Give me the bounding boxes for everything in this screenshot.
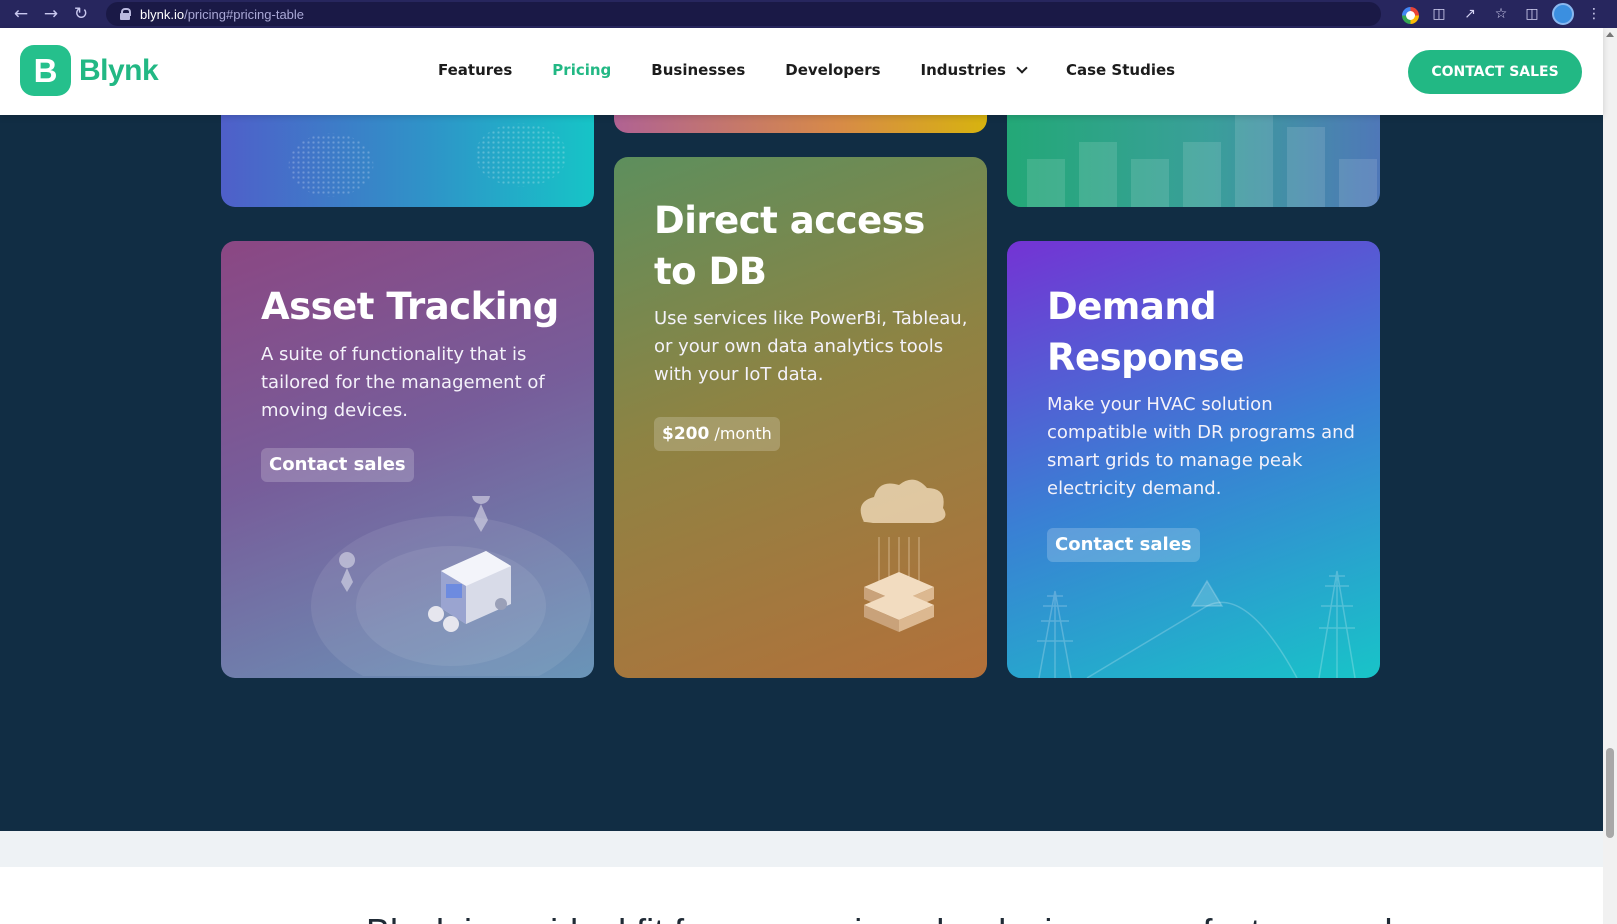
demand-response-title-1: Demand — [1047, 285, 1217, 328]
chart-bar-illustration — [1339, 159, 1377, 207]
nav-case-studies[interactable]: Case Studies — [1066, 61, 1175, 79]
top-middle-card — [614, 115, 987, 133]
lock-icon — [120, 8, 131, 20]
nav-developers[interactable]: Developers — [785, 61, 880, 79]
url-path: /pricing#pricing-table — [184, 6, 305, 22]
back-icon[interactable]: ← — [10, 3, 32, 25]
database-cloud-illustration — [860, 479, 946, 632]
world-map-illustration — [276, 115, 576, 207]
browser-toolbar: ← → ↻ blynk.io/pricing#pricing-table ◫ ↗… — [0, 0, 1617, 28]
scroll-up-arrow-icon[interactable] — [1606, 32, 1614, 37]
asset-tracking-contact-sales-button[interactable]: Contact sales — [261, 448, 414, 482]
address-bar[interactable]: blynk.io/pricing#pricing-table — [106, 2, 1381, 26]
blynk-logo[interactable]: B Blynk — [20, 45, 159, 96]
truck-illustration — [311, 496, 591, 676]
price-amount: $200 — [662, 424, 710, 444]
chart-bar-illustration — [1183, 142, 1221, 207]
avatar — [1552, 3, 1574, 25]
demand-response-description-3: smart grids to manage peak — [1047, 450, 1303, 471]
browser-actions: ◫ ↗ ☆ ◫ ⋮ — [1399, 3, 1605, 25]
share-icon[interactable]: ↗ — [1459, 3, 1481, 25]
direct-db-description-2: or your own data analytics tools — [654, 336, 944, 357]
demand-response-card: Demand Response Make your HVAC solution … — [1007, 241, 1380, 678]
demand-response-contact-sales-button[interactable]: Contact sales — [1047, 528, 1200, 562]
asset-tracking-card: Asset Tracking A suite of functionality … — [221, 241, 594, 678]
star-icon[interactable]: ☆ — [1490, 3, 1512, 25]
contact-sales-button[interactable]: CONTACT SALES — [1408, 50, 1582, 94]
nav-businesses[interactable]: Businesses — [651, 61, 745, 79]
google-icon[interactable] — [1402, 7, 1419, 24]
asset-tracking-description-1: A suite of functionality that is — [261, 344, 527, 365]
chart-bar-illustration — [1235, 115, 1273, 207]
page-scrollbar[interactable] — [1603, 28, 1617, 924]
demand-response-description-1: Make your HVAC solution — [1047, 394, 1273, 415]
top-right-card — [1007, 115, 1380, 207]
bottom-heading: Blynk is an ideal fit for companies who … — [366, 911, 1393, 924]
direct-db-description-3: with your IoT data. — [654, 364, 824, 385]
asset-tracking-description-3: moving devices. — [261, 400, 408, 421]
menu-icon[interactable]: ⋮ — [1583, 3, 1605, 25]
scrollbar-thumb[interactable] — [1606, 748, 1614, 838]
asset-tracking-description-2: tailored for the management of — [261, 372, 545, 393]
chart-bar-illustration — [1287, 127, 1325, 207]
demand-response-title-2: Response — [1047, 336, 1244, 379]
logo-mark: B — [20, 45, 71, 96]
logo-text: Blynk — [79, 53, 159, 87]
section-divider — [0, 831, 1603, 867]
chart-bar-illustration — [1131, 159, 1169, 207]
sidebar-icon[interactable]: ◫ — [1521, 3, 1543, 25]
direct-db-title-2: to DB — [654, 250, 767, 293]
forward-icon[interactable]: → — [40, 3, 62, 25]
profile-avatar[interactable] — [1552, 3, 1574, 25]
direct-db-card: Direct access to DB Use services like Po… — [614, 157, 987, 678]
nav-industries[interactable]: Industries — [920, 61, 1028, 79]
nav-features[interactable]: Features — [438, 61, 512, 79]
direct-db-title-1: Direct access — [654, 199, 925, 242]
direct-db-price-badge: $200 /month — [654, 417, 780, 451]
translate-icon[interactable]: ◫ — [1428, 3, 1450, 25]
pricing-addons-section: Asset Tracking A suite of functionality … — [0, 115, 1603, 831]
chart-bar-illustration — [1079, 142, 1117, 207]
url-host: blynk.io — [140, 6, 185, 22]
site-header: B Blynk Features Pricing Businesses Deve… — [0, 28, 1603, 115]
top-left-card — [221, 115, 594, 207]
demand-response-description-2: compatible with DR programs and — [1047, 422, 1355, 443]
nav-industries-label: Industries — [920, 61, 1006, 79]
chevron-down-icon — [1016, 61, 1028, 74]
power-grid-illustration — [1037, 570, 1356, 678]
direct-db-description-1: Use services like PowerBi, Tableau, — [654, 308, 968, 329]
nav-pricing[interactable]: Pricing — [552, 61, 611, 79]
demand-response-description-4: electricity demand. — [1047, 478, 1222, 499]
reload-icon[interactable]: ↻ — [70, 3, 92, 25]
asset-tracking-title: Asset Tracking — [261, 285, 559, 328]
main-nav: Features Pricing Businesses Developers I… — [438, 61, 1215, 79]
chart-bar-illustration — [1027, 159, 1065, 207]
price-period: /month — [714, 424, 772, 443]
